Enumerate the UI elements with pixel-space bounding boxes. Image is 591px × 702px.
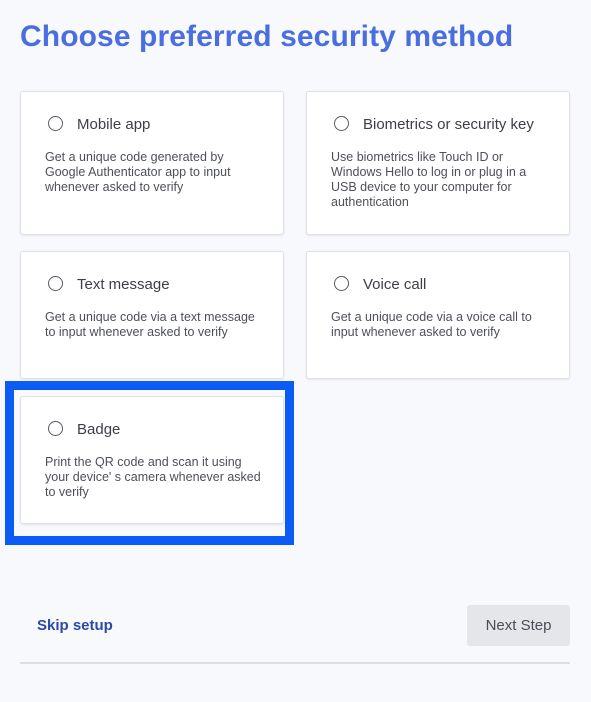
method-card-badge[interactable]: Badge Print the QR code and scan it usin… [20,396,284,524]
method-description: Get a unique code via a text message to … [45,310,255,339]
method-description: Use biometrics like Touch ID or Windows … [331,150,527,209]
method-title: Biometrics or security key [363,116,534,133]
method-title: Badge [77,421,121,438]
skip-setup-link[interactable]: Skip setup [37,617,113,634]
method-card-biometrics[interactable]: Biometrics or security key Use biometric… [306,91,570,235]
method-title: Voice call [363,276,427,293]
radio-unchecked-icon[interactable] [48,276,63,291]
method-title: Text message [77,276,170,293]
radio-unchecked-icon[interactable] [334,116,349,131]
method-card-text-message[interactable]: Text message Get a unique code via a tex… [20,251,284,379]
method-title: Mobile app [77,116,151,133]
page-title: Choose preferred security method [20,20,514,53]
radio-unchecked-icon[interactable] [334,276,349,291]
divider [20,662,570,664]
next-step-button[interactable]: Next Step [467,605,570,646]
method-card-voice-call[interactable]: Voice call Get a unique code via a voice… [306,251,570,379]
method-description: Get a unique code generated by Google Au… [45,150,231,194]
radio-unchecked-icon[interactable] [48,116,63,131]
method-description: Get a unique code via a voice call to in… [331,310,532,339]
method-description: Print the QR code and scan it using your… [45,455,261,499]
method-card-mobile-app[interactable]: Mobile app Get a unique code generated b… [20,91,284,235]
radio-unchecked-icon[interactable] [48,421,63,436]
